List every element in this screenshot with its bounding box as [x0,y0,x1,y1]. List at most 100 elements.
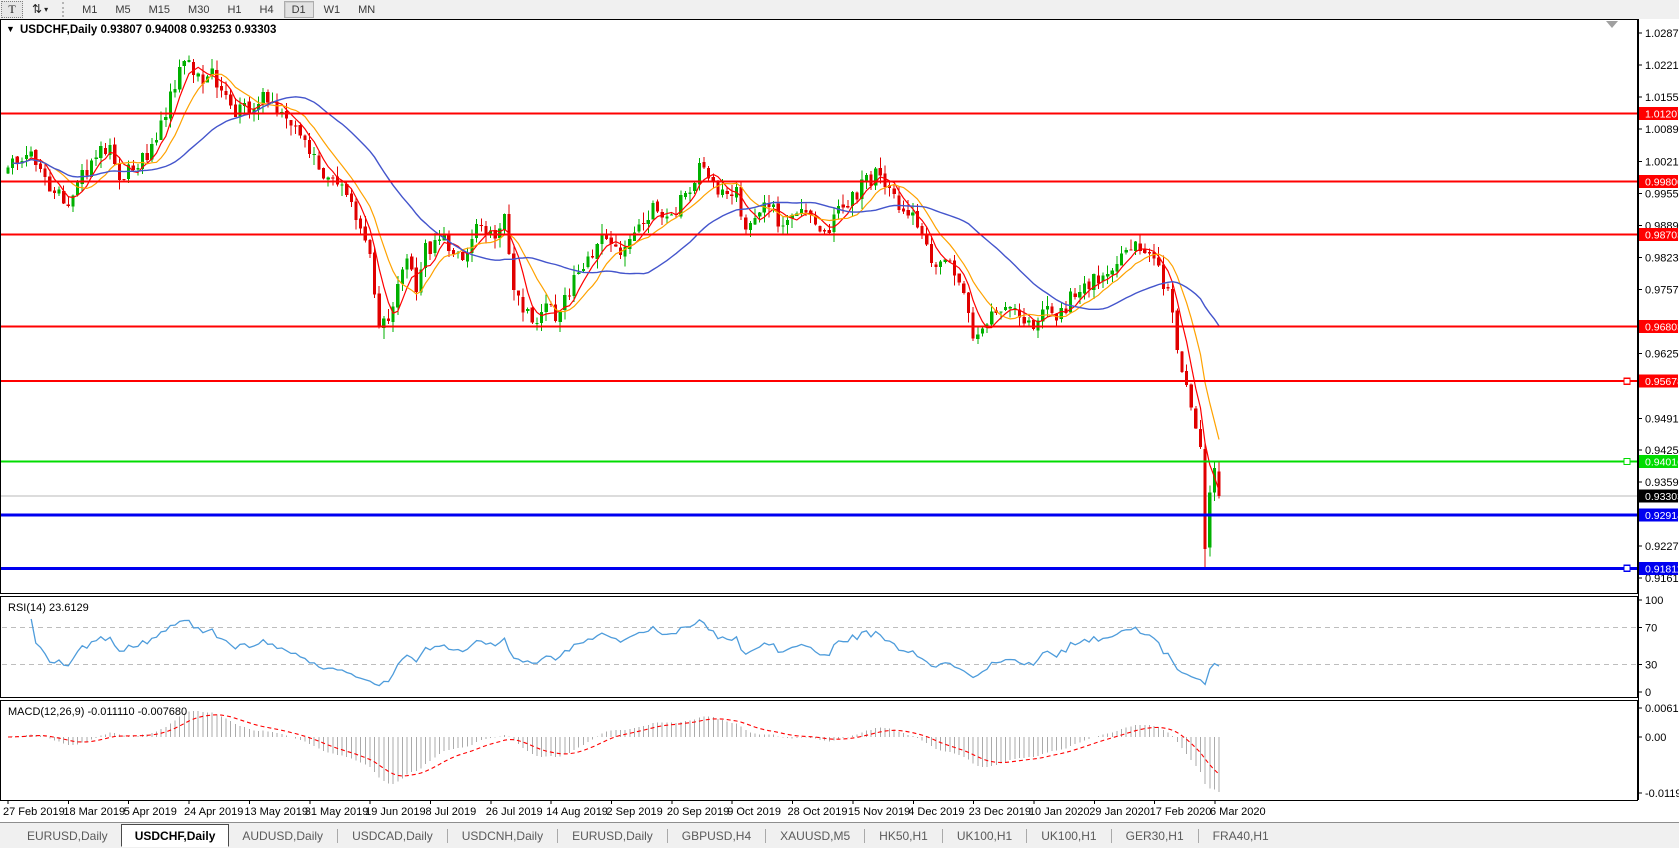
chart-tab-uk100-h1-10[interactable]: UK100,H1 [1028,826,1109,846]
date-label: 13 May 2019 [244,806,308,818]
timeframe-button-m30[interactable]: M30 [180,1,217,18]
price-tick-label: 1.02210 [1645,60,1679,72]
date-label: 24 Apr 2019 [184,806,243,818]
timeframe-button-m1[interactable]: M1 [74,1,105,18]
date-label: 26 Jul 2019 [486,806,543,818]
tab-divider [765,829,766,843]
chart-tab-usdchf-daily-1[interactable]: USDCHF,Daily [121,824,230,847]
date-label: 18 Mar 2019 [63,806,125,818]
timeframe-button-w1[interactable]: W1 [316,1,349,18]
date-label: 19 Jun 2019 [365,806,426,818]
line-style-tool-button[interactable]: ⇅ ▾ [25,1,55,18]
price-tick-label: 0.98230 [1645,253,1679,265]
macd-panel [1,701,1638,801]
tab-divider [447,829,448,843]
date-label: 31 May 2019 [305,806,369,818]
date-axis[interactable]: 27 Feb 201918 Mar 20195 Apr 2019 24 Apr 2… [3,800,1266,818]
date-label: 6 Mar 2020 [1210,806,1266,818]
chart-tab-bar: EURUSD,DailyUSDCHF,DailyAUDUSD,DailyUSDC… [0,822,1679,848]
tab-divider [864,829,865,843]
chart-title: ▼ USDCHF,Daily 0.93807 0.94008 0.93253 0.… [6,24,276,36]
macd-axis-label: 0.006186 [1645,703,1679,715]
tab-divider [667,829,668,843]
price-tick-label: 1.02870 [1645,28,1679,40]
price-tick-label: 0.97570 [1645,285,1679,297]
date-label: 23 Dec 2019 [969,806,1031,818]
chart-tab-fra40-h1-12[interactable]: FRA40,H1 [1200,826,1282,846]
date-label: 2 Sep 2019 [607,806,663,818]
symbol-ohlc-title: USDCHF,Daily 0.93807 0.94008 0.93253 0.9… [20,24,276,36]
timeframe-button-m5[interactable]: M5 [107,1,138,18]
timeframe-button-h1[interactable]: H1 [219,1,249,18]
date-label: 5 Apr 2019 [124,806,177,818]
macd-axis-label: 0.00 [1645,732,1666,744]
date-label: 10 Jan 2020 [1029,806,1090,818]
rsi-axis-label: 70 [1645,623,1657,635]
chart-tab-xauusd-m5-7[interactable]: XAUUSD,M5 [767,826,863,846]
date-label: 20 Sep 2019 [667,806,729,818]
timeframe-button-m15[interactable]: M15 [141,1,178,18]
toolbar-grip[interactable] [62,2,69,17]
price-tick-label: 0.92270 [1645,541,1679,553]
tab-divider [942,829,943,843]
price-tick-label: 1.00890 [1645,124,1679,136]
tab-divider [1111,829,1112,843]
chart-tab-gbpusd-h4-6[interactable]: GBPUSD,H4 [669,826,764,846]
tab-divider [557,829,558,843]
text-tool-button[interactable]: T [1,1,23,18]
timeframe-button-h4[interactable]: H4 [252,1,282,18]
chart-tab-usdcnh-daily-4[interactable]: USDCNH,Daily [449,826,556,846]
macd-label: MACD(12,26,9) -0.011110 -0.007680 [8,706,187,718]
current-price-label-text: 0.93303 [1645,491,1679,503]
hline-handle-0.95678[interactable] [1624,378,1630,384]
price-tick-label: 1.00210 [1645,157,1679,169]
hline-handle-0.91811[interactable] [1624,565,1630,571]
timeframe-button-d1[interactable]: D1 [284,1,314,18]
date-label: 27 Feb 2019 [3,806,65,818]
chevron-down-icon: ▾ [44,5,48,14]
chart-tab-audusd-daily-2[interactable]: AUDUSD,Daily [229,826,336,846]
date-label: 29 Jan 2020 [1089,806,1150,818]
rsi-label: RSI(14) 23.6129 [8,602,89,614]
axis-label-0.92914-text: 0.92914 [1645,510,1679,522]
date-label: 9 Oct 2019 [727,806,781,818]
chart-canvas[interactable]: ▼ USDCHF,Daily 0.93807 0.94008 0.93253 0.… [0,19,1679,822]
axis-label-0.99800-text: 0.99800 [1645,177,1679,189]
chart-tab-hk50-h1-8[interactable]: HK50,H1 [866,826,941,846]
date-label: 14 Aug 2019 [546,806,608,818]
chart-tab-uk100-h1-9[interactable]: UK100,H1 [944,826,1025,846]
price-tick-label: 0.93590 [1645,477,1679,489]
tab-divider [1026,829,1027,843]
price-tick-label: 0.99550 [1645,189,1679,201]
price-tick-label: 1.01550 [1645,92,1679,104]
chart-tab-eurusd-daily-5[interactable]: EURUSD,Daily [559,826,666,846]
axis-label-1.01207-text: 1.01207 [1645,108,1679,120]
price-tick-label: 0.96250 [1645,348,1679,360]
timeframe-group: M1M5M15M30H1H4D1W1MN [73,1,384,18]
mt4-window: T ⇅ ▾ M1M5M15M30H1H4D1W1MN ▼ USDCHF,Daily… [0,0,1679,848]
line-style-icon: ⇅ [32,2,42,17]
date-label: 4 Dec 2019 [908,806,964,818]
timeframe-button-mn[interactable]: MN [350,1,383,18]
price-tick-label: 0.94910 [1645,413,1679,425]
axis-label-0.95678-text: 0.95678 [1645,376,1679,388]
chart-tab-usdcad-daily-3[interactable]: USDCAD,Daily [339,826,446,846]
tab-divider [337,829,338,843]
hline-handle-0.94016[interactable] [1624,459,1630,465]
chart-tab-eurusd-daily-0[interactable]: EURUSD,Daily [14,826,121,846]
tab-divider [1198,829,1199,843]
rsi-panel [1,597,1638,698]
chart-tab-ger30-h1-11[interactable]: GER30,H1 [1113,826,1197,846]
rsi-axis-label: 30 [1645,659,1657,671]
macd-axis-label: -0.011934 [1645,788,1679,800]
rsi-axis-label: 100 [1645,595,1663,607]
rsi-axis-label: 0 [1645,687,1651,699]
axis-label-0.94016-text: 0.94016 [1645,457,1679,469]
date-label: 28 Oct 2019 [788,806,848,818]
collapse-arrow-icon[interactable]: ▼ [6,24,15,34]
axis-label-0.91811-text: 0.91811 [1645,563,1679,575]
axis-label-0.96803-text: 0.96803 [1645,322,1679,334]
axis-label-0.98703-text: 0.98703 [1645,230,1679,242]
date-label: 17 Feb 2020 [1150,806,1212,818]
date-label: 8 Jul 2019 [425,806,476,818]
